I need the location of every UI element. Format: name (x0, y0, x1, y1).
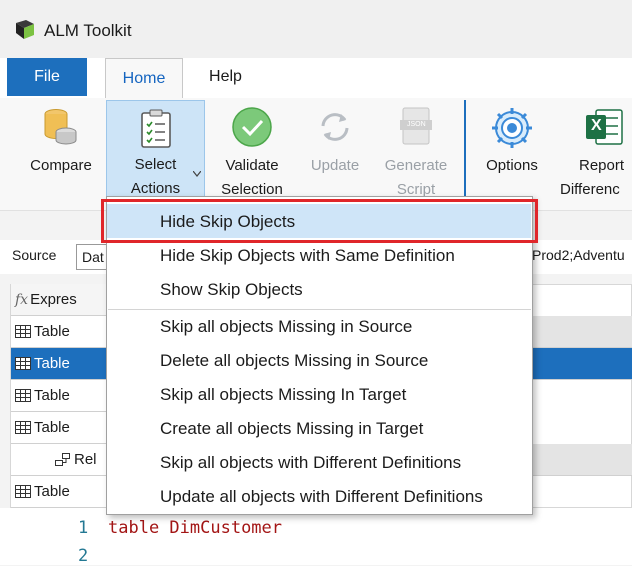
options-button[interactable]: Options (472, 100, 552, 196)
grid-row-relationship[interactable]: Rel (11, 444, 111, 476)
window-title: ALM Toolkit (44, 21, 132, 40)
code-identifier: DimCustomer (169, 518, 283, 538)
grid-row-table[interactable]: Table (11, 412, 111, 444)
json-icon-text: JSON (407, 121, 426, 128)
checklist-icon (141, 109, 171, 148)
grid-row-label: Table (34, 419, 70, 436)
line-number: 2 (78, 546, 89, 566)
grid-row-label: Expres (30, 291, 77, 308)
fx-icon: fx (15, 291, 29, 308)
grid-row-table[interactable]: Table (11, 380, 111, 412)
gear-icon (492, 108, 532, 148)
ribbon-group-separator (464, 100, 466, 196)
menu-item-update-different-definitions[interactable]: Update all objects with Different Defini… (160, 487, 483, 507)
database-compare-icon (44, 109, 77, 145)
tab-home[interactable]: Home (105, 58, 183, 98)
menu-item-hide-skip-same-definition[interactable]: Hide Skip Objects with Same Definition (160, 246, 455, 266)
validate-label-1: Validate (225, 157, 279, 174)
grid-row-label: Table (34, 483, 70, 500)
report-differences-button[interactable]: X Report Differenc (560, 100, 632, 196)
grid-row-label: Rel (74, 451, 97, 468)
tab-help[interactable]: Help (198, 58, 253, 96)
table-icon (15, 357, 31, 370)
table-icon (15, 421, 31, 434)
code-keyword: table (108, 518, 170, 538)
grid-row-label: Table (34, 323, 70, 340)
generate-script-button[interactable]: JSON Generate Script (374, 100, 458, 198)
table-icon (15, 389, 31, 402)
excel-icon-text: X (591, 117, 602, 134)
report-label-1: Report (579, 157, 625, 174)
menu-separator (108, 309, 531, 310)
app-logo-icon (16, 20, 34, 39)
checkmark-circle-icon (232, 107, 272, 147)
validate-selection-button[interactable]: Validate Selection (208, 100, 296, 198)
compare-label: Compare (30, 157, 92, 174)
annotation-highlight-box (101, 199, 538, 243)
grid-row-table[interactable]: Table (11, 476, 111, 508)
options-label: Options (486, 157, 538, 174)
menu-item-skip-different-definitions[interactable]: Skip all objects with Different Definiti… (160, 453, 461, 473)
tab-file[interactable]: File (7, 58, 87, 96)
menu-item-delete-missing-in-source[interactable]: Delete all objects Missing in Source (160, 351, 428, 371)
ribbon-tab-strip (0, 58, 632, 99)
compare-button[interactable]: Compare (18, 100, 104, 196)
grid-row-table-selected[interactable]: Table (11, 348, 111, 380)
menu-item-create-missing-in-target[interactable]: Create all objects Missing in Target (160, 419, 423, 439)
grid-row-cell (531, 348, 632, 380)
grid-row-table[interactable]: Table (11, 316, 111, 348)
grid-row-cell (531, 316, 632, 348)
menu-item-show-skip-objects[interactable]: Show Skip Objects (160, 280, 303, 300)
select-actions-button[interactable]: Select Actions (106, 100, 205, 200)
menu-item-skip-missing-in-target[interactable]: Skip all objects Missing In Target (160, 385, 406, 405)
update-button[interactable]: Update (296, 100, 374, 196)
grid-row-cell (531, 444, 632, 476)
relationship-icon (55, 453, 70, 466)
menu-item-skip-missing-in-source[interactable]: Skip all objects Missing in Source (160, 317, 412, 337)
select-actions-label-1: Select (134, 156, 177, 173)
excel-icon (586, 109, 623, 145)
table-icon (15, 325, 31, 338)
target-connection-text: Prod2;Adventu (532, 247, 625, 263)
code-editor[interactable] (0, 508, 632, 565)
generate-label-1: Generate (384, 157, 448, 174)
grid-row-label: Table (34, 355, 70, 372)
line-number: 1 (78, 518, 89, 538)
table-icon (15, 485, 31, 498)
grid-row-expression[interactable]: fx Expres (11, 284, 111, 316)
dropdown-arrow-icon (193, 171, 201, 177)
refresh-icon (321, 113, 349, 141)
grid-row-label: Table (34, 387, 70, 404)
source-label: Source (12, 247, 57, 263)
report-label-2: Differenc (560, 181, 620, 196)
code-line-1: table DimCustomer (108, 518, 282, 538)
update-label: Update (310, 157, 360, 174)
